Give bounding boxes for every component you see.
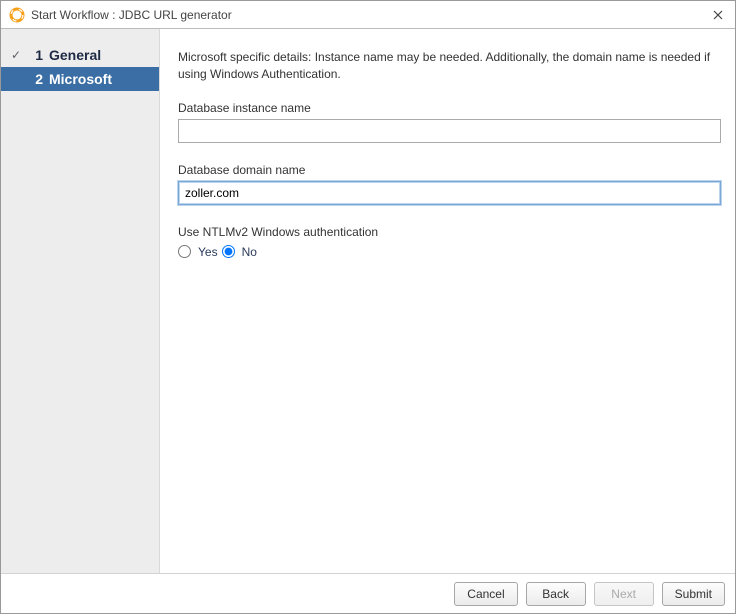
step-label: Microsoft	[49, 71, 112, 87]
instance-name-field: Database instance name	[178, 101, 721, 143]
back-button[interactable]: Back	[526, 582, 586, 606]
step-number: 2	[29, 71, 43, 87]
cancel-button[interactable]: Cancel	[454, 582, 517, 606]
domain-name-field: Database domain name	[178, 163, 721, 205]
window-title: Start Workflow : JDBC URL generator	[31, 8, 709, 22]
ntlm-label: Use NTLMv2 Windows authentication	[178, 225, 721, 239]
wizard-main-panel: Microsoft specific details: Instance nam…	[160, 29, 735, 573]
ntlm-radio-no-label: No	[242, 245, 257, 259]
ntlm-field: Use NTLMv2 Windows authentication Yes No	[178, 225, 721, 259]
wizard-step-general[interactable]: 1 General	[1, 43, 159, 67]
ntlm-radio-no-input[interactable]	[222, 245, 235, 258]
wizard-steps-sidebar: 1 General 2 Microsoft	[1, 29, 160, 573]
step-description: Microsoft specific details: Instance nam…	[178, 49, 721, 83]
ntlm-radio-yes-label: Yes	[198, 245, 218, 259]
wizard-step-microsoft[interactable]: 2 Microsoft	[1, 67, 159, 91]
titlebar: Start Workflow : JDBC URL generator	[1, 1, 735, 29]
domain-name-label: Database domain name	[178, 163, 721, 177]
instance-name-label: Database instance name	[178, 101, 721, 115]
close-icon[interactable]	[709, 6, 727, 24]
ntlm-radio-no[interactable]: No	[222, 245, 257, 259]
next-button: Next	[594, 582, 654, 606]
instance-name-input[interactable]	[178, 119, 721, 143]
submit-button[interactable]: Submit	[662, 582, 725, 606]
step-label: General	[49, 47, 101, 63]
app-logo-icon	[9, 7, 25, 23]
check-icon	[11, 48, 29, 62]
ntlm-radio-yes[interactable]: Yes	[178, 245, 218, 259]
wizard-footer: Cancel Back Next Submit	[1, 573, 735, 613]
domain-name-input[interactable]	[178, 181, 721, 205]
ntlm-radio-yes-input[interactable]	[178, 245, 191, 258]
dialog-body: 1 General 2 Microsoft Microsoft specific…	[1, 29, 735, 573]
step-number: 1	[29, 47, 43, 63]
